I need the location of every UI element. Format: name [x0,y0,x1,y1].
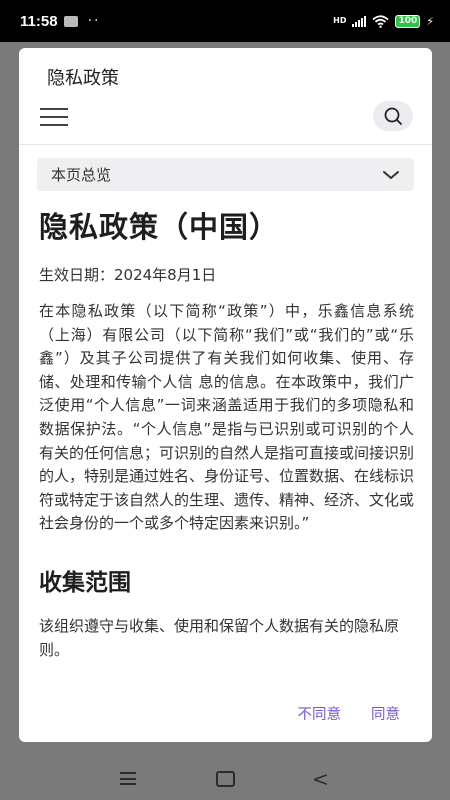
policy-heading: 隐私政策（中国） [39,210,280,244]
dialog-actions: 不同意 同意 [298,703,401,724]
agree-button[interactable]: 同意 [371,703,400,724]
disagree-button[interactable]: 不同意 [298,703,342,724]
nav-menu-icon[interactable] [120,772,136,789]
search-button[interactable] [373,101,413,131]
privacy-policy-dialog: 隐私政策 本页总览 隐私政策（中国） 生效日期：2024年8月1日 在本隐私政策… [19,48,432,742]
menu-icon[interactable] [40,108,68,126]
section-heading: 收集范围 [39,569,131,596]
section-text: 该组织遵守与收集、使用和保留个人数据有关的隐私原则。 [39,616,400,659]
battery-icon: 100 [395,14,421,28]
policy-intro: 在本隐私政策（以下简称“政策”）中，乐鑫信息系统（上海）有限公司（以下简称“我们… [39,302,414,533]
app-notification-icon [63,15,78,27]
effective-date: 生效日期：2024年8月1日 [39,266,217,284]
policy-content[interactable]: 隐私政策（中国） 生效日期：2024年8月1日 在本隐私政策（以下简称“政策”）… [39,198,414,698]
nav-home-icon[interactable] [216,771,235,787]
nav-back-icon[interactable]: < [312,767,329,791]
system-nav-bar: < [0,756,450,800]
search-icon [384,107,402,125]
charging-icon: ⚡ [426,14,434,28]
dialog-title: 隐私政策 [47,68,119,89]
page-overview-dropdown[interactable]: 本页总览 [37,158,414,191]
overview-label: 本页总览 [51,166,112,184]
status-bar: 11:58 ·· HD 100 ⚡ [0,0,450,42]
status-time: 11:58 [20,12,58,30]
hd-indicator: HD [333,16,347,25]
more-notifications-icon: ·· [87,13,101,29]
header-divider [19,144,432,145]
wifi-icon [372,14,390,28]
chevron-down-icon [383,170,399,179]
signal-icon [352,15,367,27]
